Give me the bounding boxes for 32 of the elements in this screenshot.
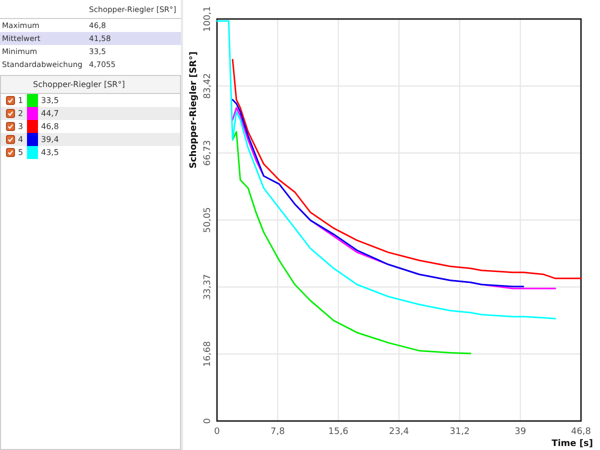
y-tick-label: 66,73 bbox=[203, 140, 213, 166]
y-tick-label: 83,42 bbox=[203, 73, 213, 99]
sample-number: 2 bbox=[18, 109, 24, 118]
y-tick-label: 50,05 bbox=[203, 207, 213, 233]
x-axis-title: Time [s] bbox=[552, 439, 593, 449]
checkbox[interactable] bbox=[6, 96, 15, 105]
checkbox[interactable] bbox=[6, 109, 15, 118]
sample-value: 33,5 bbox=[41, 96, 59, 105]
x-tick-label: 39 bbox=[514, 427, 526, 437]
x-tick-label: 15,6 bbox=[328, 427, 348, 437]
x-tick-label: 7,8 bbox=[270, 427, 285, 437]
x-tick-label: 23,4 bbox=[388, 427, 410, 437]
x-tick-label: 46,8 bbox=[570, 427, 592, 437]
x-tick-label: 0 bbox=[214, 427, 220, 437]
checkbox[interactable] bbox=[6, 122, 15, 131]
sample-value: 44,7 bbox=[41, 109, 59, 118]
sample-number: 1 bbox=[18, 96, 24, 105]
y-tick-label: 33,37 bbox=[203, 274, 213, 300]
checkbox[interactable] bbox=[6, 148, 15, 157]
sample-value: 39,4 bbox=[41, 135, 59, 144]
sample-number: 5 bbox=[18, 148, 24, 157]
sample-number: 4 bbox=[18, 135, 24, 144]
y-tick-label: 0 bbox=[203, 418, 213, 424]
sample-value: 43,5 bbox=[41, 148, 59, 157]
y-tick-label: 100,1 bbox=[203, 6, 213, 32]
checkbox[interactable] bbox=[6, 135, 15, 144]
sample-value: 46,8 bbox=[41, 122, 59, 131]
y-axis-title: Schopper-Riegler [SR°] bbox=[189, 51, 199, 169]
x-tick-label: 31,2 bbox=[450, 427, 470, 437]
sample-number: 3 bbox=[18, 122, 24, 131]
column-header: Schopper-Riegler [SR°] bbox=[32, 80, 125, 89]
y-tick-label: 16,68 bbox=[203, 341, 213, 367]
